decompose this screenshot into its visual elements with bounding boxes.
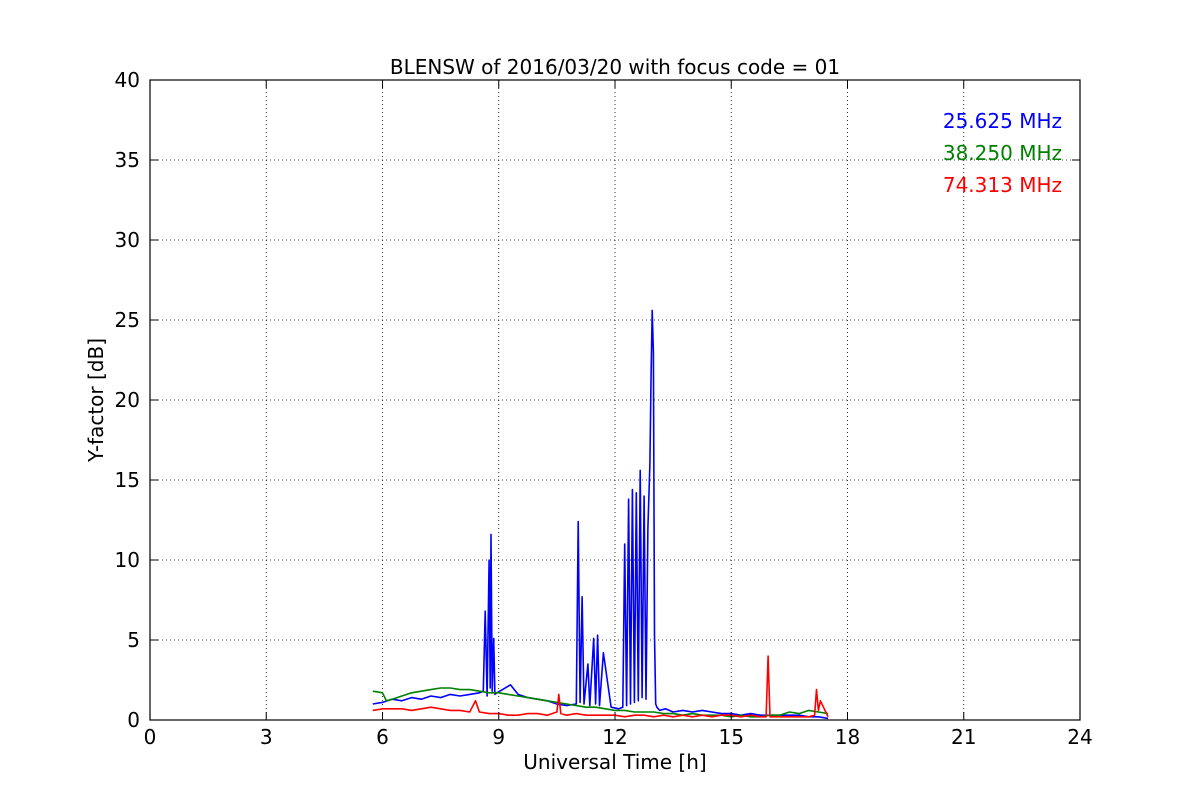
legend-entry: 38.250 MHz xyxy=(943,141,1062,165)
x-tick-label: 24 xyxy=(1067,725,1092,749)
y-tick-label: 20 xyxy=(115,388,140,412)
y-tick-label: 30 xyxy=(115,228,140,252)
y-tick-label: 0 xyxy=(127,708,140,732)
y-tick-label: 35 xyxy=(115,148,140,172)
legend-entry: 74.313 MHz xyxy=(943,173,1062,197)
x-tick-label: 3 xyxy=(260,725,273,749)
x-tick-label: 6 xyxy=(376,725,389,749)
legend-entry: 25.625 MHz xyxy=(943,109,1062,133)
y-axis-label: Y-factor [dB] xyxy=(84,338,108,463)
x-tick-label: 12 xyxy=(602,725,627,749)
chart-svg: BLENSW of 2016/03/20 with focus code = 0… xyxy=(0,0,1200,800)
x-tick-label: 9 xyxy=(492,725,505,749)
x-tick-label: 21 xyxy=(951,725,976,749)
y-tick-label: 25 xyxy=(115,308,140,332)
x-tick-label: 18 xyxy=(835,725,860,749)
y-tick-label: 40 xyxy=(115,68,140,92)
x-tick-label: 15 xyxy=(719,725,744,749)
chart-root: BLENSW of 2016/03/20 with focus code = 0… xyxy=(0,0,1200,800)
chart-title: BLENSW of 2016/03/20 with focus code = 0… xyxy=(390,55,840,79)
y-tick-label: 15 xyxy=(115,468,140,492)
x-tick-label: 0 xyxy=(144,725,157,749)
legend: 25.625 MHz 38.250 MHz 74.313 MHz xyxy=(943,109,1062,197)
y-tick-label: 5 xyxy=(127,628,140,652)
x-axis-label: Universal Time [h] xyxy=(523,750,706,774)
y-tick-label: 10 xyxy=(115,548,140,572)
